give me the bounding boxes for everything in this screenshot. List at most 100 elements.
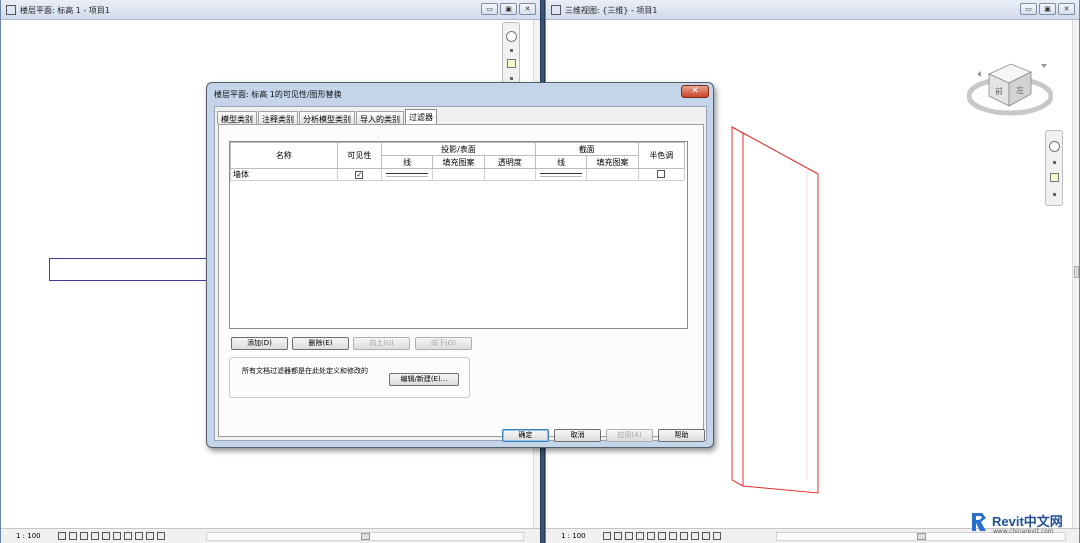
sun-path-icon[interactable] xyxy=(80,532,88,540)
3d-view-title: 三维视图: {三维} - 项目1 xyxy=(565,6,658,15)
render-icon[interactable] xyxy=(647,532,655,540)
view-icon xyxy=(551,5,561,15)
line-swatch xyxy=(385,172,429,177)
crop-view-icon[interactable] xyxy=(658,532,666,540)
cut-pattern-cell[interactable] xyxy=(586,168,639,181)
edit-new-button[interactable]: 编辑/新建(E)... xyxy=(389,373,459,386)
column-header-projection-pattern[interactable]: 填充图案 xyxy=(432,155,485,169)
table-row[interactable]: 墙体 ✓ xyxy=(230,168,686,181)
render-icon[interactable] xyxy=(102,532,110,540)
column-header-name[interactable]: 名称 xyxy=(230,142,338,169)
horizontal-scrollbar[interactable] xyxy=(206,532,524,541)
scrollbar-thumb[interactable] xyxy=(917,533,926,540)
dialog-tabs: 模型类别 注释类别 分析模型类别 导入的类别 过滤器 xyxy=(217,109,438,125)
zoom-icon[interactable] xyxy=(507,59,516,68)
scrollbar-thumb[interactable] xyxy=(1074,266,1079,278)
dialog-body: 模型类别 注释类别 分析模型类别 导入的类别 过滤器 名称 可见性 投影/表面 … xyxy=(214,106,707,441)
delete-filter-button[interactable]: 删除(E) xyxy=(292,337,349,350)
tab-model-categories[interactable]: 模型类别 xyxy=(217,111,257,124)
vertical-scrollbar[interactable] xyxy=(1072,20,1079,528)
help-button[interactable]: 帮助 xyxy=(658,429,705,442)
dropdown-icon[interactable] xyxy=(1053,193,1056,196)
scrollbar-thumb[interactable] xyxy=(361,533,370,540)
navigation-bar[interactable] xyxy=(502,22,520,86)
analysis-model-icon[interactable] xyxy=(157,532,165,540)
restore-button[interactable]: ▣ xyxy=(500,3,517,15)
steering-wheel-icon[interactable] xyxy=(1049,141,1060,152)
projection-line-cell[interactable] xyxy=(380,168,434,181)
tab-annotation-categories[interactable]: 注释类别 xyxy=(258,111,298,124)
viewcube-left-label: 左 xyxy=(1016,85,1024,95)
halftone-checkbox[interactable] xyxy=(657,169,666,178)
shadows-icon[interactable] xyxy=(91,532,99,540)
projection-pattern-cell[interactable] xyxy=(432,168,485,181)
dropdown-icon[interactable] xyxy=(1053,161,1056,164)
add-filter-button[interactable]: 添加(D) xyxy=(231,337,288,350)
column-header-projection: 投影/表面 xyxy=(380,142,536,156)
wall-plan-outline[interactable] xyxy=(49,258,209,281)
column-header-halftone[interactable]: 半色调 xyxy=(637,142,686,169)
temporary-hide-icon[interactable] xyxy=(135,532,143,540)
visual-style-icon[interactable] xyxy=(69,532,77,540)
projection-transparency-cell[interactable] xyxy=(483,168,536,181)
viewcube-front-label: 前 xyxy=(995,86,1003,96)
view-icon xyxy=(6,5,16,15)
line-swatch xyxy=(539,172,583,177)
reveal-hidden-icon[interactable] xyxy=(146,532,154,540)
view-control-bar: 1 : 100 xyxy=(1,528,540,543)
filters-table[interactable]: 名称 可见性 投影/表面 截面 半色调 线 填充图案 透明度 线 填充图案 墙体… xyxy=(229,141,688,329)
crop-view-icon[interactable] xyxy=(113,532,121,540)
minimize-button[interactable]: ▭ xyxy=(1020,3,1037,15)
filters-info-box: 所有文档过滤器都是在此处定义和修改的 编辑/新建(E)... xyxy=(229,357,470,398)
shadows-icon[interactable] xyxy=(636,532,644,540)
filter-name-cell[interactable]: 墙体 xyxy=(230,168,338,181)
detail-level-icon[interactable] xyxy=(603,532,611,540)
lock-view-icon[interactable] xyxy=(680,532,688,540)
reveal-hidden-icon[interactable] xyxy=(702,532,710,540)
floor-plan-title: 楼层平面: 标高 1 - 项目1 xyxy=(20,6,110,15)
restore-button[interactable]: ▣ xyxy=(1039,3,1056,15)
column-header-projection-line[interactable]: 线 xyxy=(380,155,434,169)
apply-button[interactable]: 应用(A) xyxy=(606,429,653,442)
visual-style-icon[interactable] xyxy=(614,532,622,540)
3d-view-titlebar[interactable]: 三维视图: {三维} - 项目1 ▭ ▣ ✕ xyxy=(546,0,1079,20)
analysis-model-icon[interactable] xyxy=(713,532,721,540)
column-header-cut-line[interactable]: 线 xyxy=(534,155,588,169)
dropdown-icon[interactable] xyxy=(510,77,513,80)
column-header-visibility[interactable]: 可见性 xyxy=(336,142,382,169)
detail-level-icon[interactable] xyxy=(58,532,66,540)
cut-line-cell[interactable] xyxy=(534,168,588,181)
ok-button[interactable]: 确定 xyxy=(502,429,549,442)
revit-watermark: Revit中文网 www.chinarevit.com xyxy=(965,505,1080,543)
navigation-bar[interactable] xyxy=(1045,130,1063,206)
tab-analytical-model-categories[interactable]: 分析模型类别 xyxy=(299,111,355,124)
show-crop-icon[interactable] xyxy=(124,532,132,540)
floor-plan-titlebar[interactable]: 楼层平面: 标高 1 - 项目1 ▭ ▣ ✕ xyxy=(1,0,540,20)
viewcube-home-icon[interactable] xyxy=(1041,64,1047,68)
move-down-button[interactable]: 向下(O) xyxy=(415,337,472,350)
column-header-cut-pattern[interactable]: 填充图案 xyxy=(586,155,639,169)
close-button[interactable]: ✕ xyxy=(1058,3,1075,15)
wall-3d-model[interactable] xyxy=(725,120,825,500)
dialog-close-button[interactable]: ✕ xyxy=(681,85,709,98)
minimize-button[interactable]: ▭ xyxy=(481,3,498,15)
sun-path-icon[interactable] xyxy=(625,532,633,540)
visibility-graphics-dialog[interactable]: 楼层平面: 标高 1的可见性/图形替换 ✕ 模型类别 注释类别 分析模型类别 导… xyxy=(206,82,714,448)
cancel-button[interactable]: 取消 xyxy=(554,429,601,442)
visibility-checkbox[interactable]: ✓ xyxy=(355,171,364,179)
view-scale[interactable]: 1 : 100 xyxy=(16,532,41,540)
close-button[interactable]: ✕ xyxy=(519,3,536,15)
dropdown-icon[interactable] xyxy=(510,49,513,52)
viewcube-rotate-icon[interactable] xyxy=(977,71,981,77)
zoom-icon[interactable] xyxy=(1050,173,1059,182)
tab-imported-categories[interactable]: 导入的类别 xyxy=(356,111,404,124)
view-scale[interactable]: 1 : 100 xyxy=(561,532,586,540)
viewcube[interactable]: 前 左 xyxy=(967,56,1053,120)
column-header-projection-transparency[interactable]: 透明度 xyxy=(483,155,536,169)
move-up-button[interactable]: 向上(U) xyxy=(353,337,410,350)
temporary-hide-icon[interactable] xyxy=(691,532,699,540)
show-crop-icon[interactable] xyxy=(669,532,677,540)
tab-filters[interactable]: 过滤器 xyxy=(405,109,437,125)
steering-wheel-icon[interactable] xyxy=(506,31,517,42)
filters-info-text: 所有文档过滤器都是在此处定义和修改的 xyxy=(242,367,368,375)
